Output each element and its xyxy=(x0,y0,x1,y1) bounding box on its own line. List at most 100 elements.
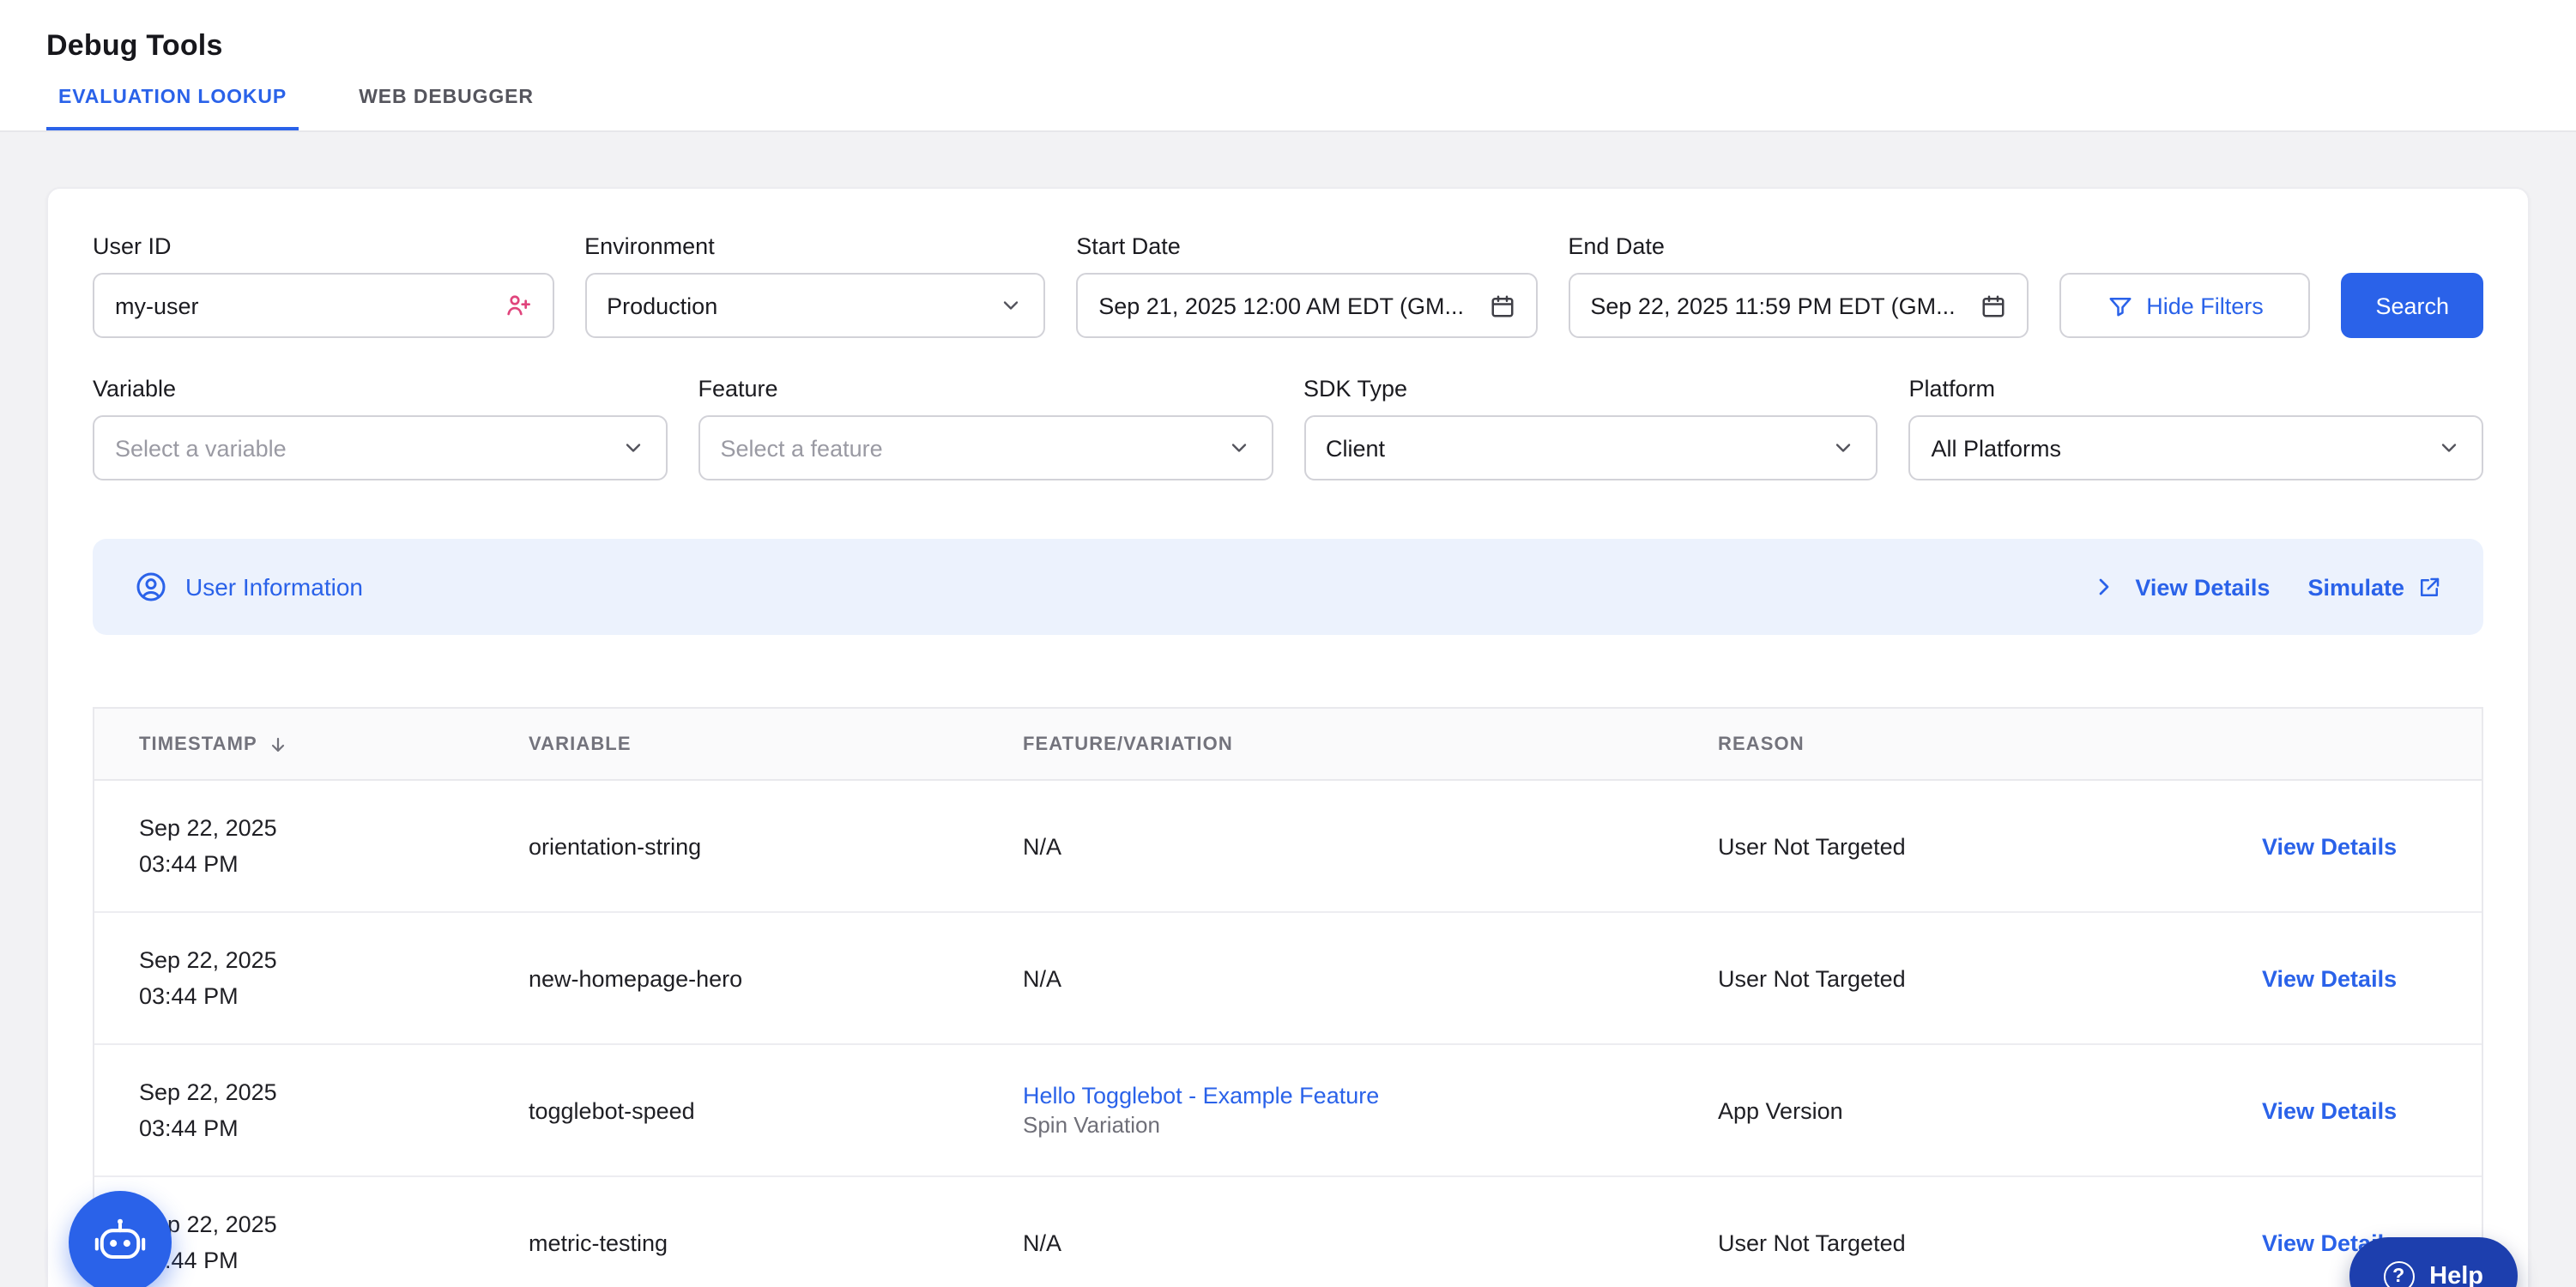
user-info-view-details-link[interactable]: View Details xyxy=(2135,574,2270,600)
search-button[interactable]: Search xyxy=(2342,273,2484,338)
end-date-input[interactable]: Sep 22, 2025 11:59 PM EDT (GM... xyxy=(1568,273,2029,338)
feature-select[interactable]: Select a feature xyxy=(698,415,1273,480)
hide-filters-label: Hide Filters xyxy=(2146,293,2264,318)
filter-row-2: Variable Select a variable Feature Selec… xyxy=(93,376,2483,480)
column-header-timestamp[interactable]: TIMESTAMP xyxy=(94,734,484,754)
external-link-icon xyxy=(2416,574,2442,600)
timestamp-header-label: TIMESTAMP xyxy=(139,734,257,754)
variable-cell: orientation-string xyxy=(484,833,978,859)
feature-cell: N/A xyxy=(978,833,1673,859)
sdk-type-label: SDK Type xyxy=(1303,376,1878,402)
environment-value: Production xyxy=(607,293,985,318)
sdk-type-value: Client xyxy=(1326,435,1818,461)
user-id-field-group: User ID xyxy=(93,233,553,338)
platform-label: Platform xyxy=(1909,376,2484,402)
reason-cell: User Not Targeted xyxy=(1673,965,2217,991)
table-row: Sep 22, 202503:44 PM metric-testing N/A … xyxy=(94,1177,2482,1287)
table-row: Sep 22, 202503:44 PM new-homepage-hero N… xyxy=(94,913,2482,1045)
row-view-details-link[interactable]: View Details xyxy=(2262,833,2397,859)
filter-row-1: User ID Environment Production xyxy=(93,233,2483,338)
evaluations-table: TIMESTAMP VARIABLE FEATURE/VARIATION REA… xyxy=(93,707,2483,1287)
variable-cell: new-homepage-hero xyxy=(484,965,978,991)
column-header-reason: REASON xyxy=(1673,734,2217,754)
variable-label: Variable xyxy=(93,376,668,402)
chevron-right-icon[interactable] xyxy=(2090,573,2118,601)
end-date-field-group: End Date Sep 22, 2025 11:59 PM EDT (GM..… xyxy=(1568,233,2029,338)
variable-select[interactable]: Select a variable xyxy=(93,415,668,480)
hide-filters-button[interactable]: Hide Filters xyxy=(2060,273,2311,338)
environment-field-group: Environment Production xyxy=(584,233,1045,338)
start-date-label: Start Date xyxy=(1076,233,1537,259)
start-date-value: Sep 21, 2025 12:00 AM EDT (GM... xyxy=(1098,293,1475,318)
sdk-type-select[interactable]: Client xyxy=(1303,415,1878,480)
question-mark-icon: ? xyxy=(2383,1260,2414,1287)
feature-label: Feature xyxy=(698,376,1273,402)
calendar-icon[interactable] xyxy=(1981,293,2007,318)
sort-descending-icon[interactable] xyxy=(268,734,288,754)
tab-evaluation-lookup[interactable]: EVALUATION LOOKUP xyxy=(46,88,299,130)
simulate-label: Simulate xyxy=(2307,574,2404,600)
calendar-icon[interactable] xyxy=(1489,293,1515,318)
start-date-input[interactable]: Sep 21, 2025 12:00 AM EDT (GM... xyxy=(1076,273,1537,338)
user-id-input[interactable] xyxy=(115,293,490,318)
platform-value: All Platforms xyxy=(1932,435,2424,461)
tab-web-debugger[interactable]: WEB DEBUGGER xyxy=(347,88,546,130)
robot-icon xyxy=(91,1213,149,1272)
user-information-header: User Information xyxy=(134,570,363,604)
user-information-title: User Information xyxy=(185,573,363,601)
page-title: Debug Tools xyxy=(0,0,2576,63)
chevron-down-icon xyxy=(621,436,645,460)
user-id-input-wrap xyxy=(93,273,553,338)
simulate-link[interactable]: Simulate xyxy=(2307,574,2442,600)
environment-select[interactable]: Production xyxy=(584,273,1045,338)
row-view-details-link[interactable]: View Details xyxy=(2262,1097,2397,1123)
feature-cell: N/A xyxy=(978,965,1673,991)
sdk-type-field-group: SDK Type Client xyxy=(1303,376,1878,480)
end-date-value: Sep 22, 2025 11:59 PM EDT (GM... xyxy=(1590,293,1967,318)
chevron-down-icon xyxy=(1832,436,1856,460)
reason-cell: User Not Targeted xyxy=(1673,833,2217,859)
togglebot-button[interactable] xyxy=(69,1191,172,1287)
variation-label: Spin Variation xyxy=(1023,1112,1656,1138)
debug-tools-page: Debug Tools EVALUATION LOOKUP WEB DEBUGG… xyxy=(0,0,2576,1287)
platform-select[interactable]: All Platforms xyxy=(1909,415,2484,480)
variable-placeholder: Select a variable xyxy=(115,435,608,461)
reason-cell: User Not Targeted xyxy=(1673,1230,2217,1255)
feature-field-group: Feature Select a feature xyxy=(698,376,1273,480)
chevron-down-icon xyxy=(999,293,1023,317)
table-header-row: TIMESTAMP VARIABLE FEATURE/VARIATION REA… xyxy=(94,709,2482,781)
column-header-variable: VARIABLE xyxy=(484,734,978,754)
end-date-label: End Date xyxy=(1568,233,2029,259)
main-content: User ID Environment Production xyxy=(0,132,2576,1287)
platform-field-group: Platform All Platforms xyxy=(1909,376,2484,480)
column-header-feature-variation: FEATURE/VARIATION xyxy=(978,734,1673,754)
variable-cell: togglebot-speed xyxy=(484,1097,978,1123)
feature-cell: N/A xyxy=(978,1230,1673,1255)
table-row: Sep 22, 202503:44 PM togglebot-speed Hel… xyxy=(94,1045,2482,1177)
help-label: Help xyxy=(2429,1262,2483,1287)
feature-cell: Hello Togglebot - Example Feature Spin V… xyxy=(978,1083,1673,1138)
timestamp-cell: Sep 22, 202503:44 PM xyxy=(94,1074,484,1146)
start-date-field-group: Start Date Sep 21, 2025 12:00 AM EDT (GM… xyxy=(1076,233,1537,338)
variable-field-group: Variable Select a variable xyxy=(93,376,668,480)
user-information-actions: View Details Simulate xyxy=(2090,573,2442,601)
feature-link[interactable]: Hello Togglebot - Example Feature xyxy=(1023,1083,1656,1109)
variable-cell: metric-testing xyxy=(484,1230,978,1255)
row-view-details-link[interactable]: View Details xyxy=(2262,965,2397,991)
user-id-label: User ID xyxy=(93,233,553,259)
chevron-down-icon xyxy=(2437,436,2461,460)
environment-label: Environment xyxy=(584,233,1045,259)
table-row: Sep 22, 202503:44 PM orientation-string … xyxy=(94,781,2482,913)
help-button[interactable]: ? Help xyxy=(2349,1237,2518,1287)
evaluation-lookup-card: User ID Environment Production xyxy=(46,187,2530,1287)
timestamp-cell: Sep 22, 202503:44 PM xyxy=(94,810,484,882)
page-header: Debug Tools EVALUATION LOOKUP WEB DEBUGG… xyxy=(0,0,2576,132)
impersonate-user-icon[interactable] xyxy=(504,292,531,319)
filter-funnel-icon xyxy=(2107,293,2132,318)
feature-placeholder: Select a feature xyxy=(721,435,1213,461)
user-circle-icon xyxy=(134,570,168,604)
chevron-down-icon xyxy=(1226,436,1250,460)
reason-cell: App Version xyxy=(1673,1097,2217,1123)
tab-bar: EVALUATION LOOKUP WEB DEBUGGER xyxy=(0,88,2576,130)
user-information-bar[interactable]: User Information View Details Simulate xyxy=(93,539,2483,635)
